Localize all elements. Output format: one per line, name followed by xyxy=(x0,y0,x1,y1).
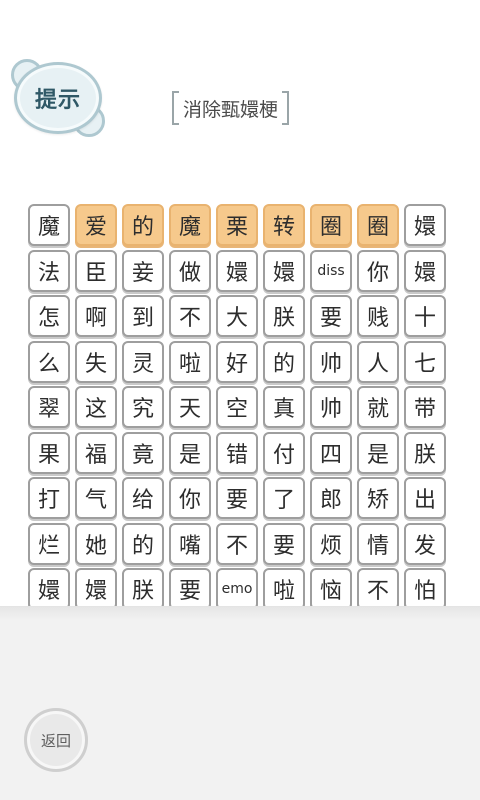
grid-tile[interactable]: 要 xyxy=(263,522,305,565)
grid-tile[interactable]: 做 xyxy=(169,249,211,292)
grid-tile[interactable]: 福 xyxy=(75,431,117,474)
grid-tile[interactable]: 嬛 xyxy=(263,249,305,292)
title-bracket-left xyxy=(172,91,179,125)
grid-tile[interactable]: 付 xyxy=(263,431,305,474)
back-button[interactable]: 返回 xyxy=(24,708,88,772)
grid-tile[interactable]: 圈 xyxy=(357,204,399,246)
grid-tile[interactable]: 七 xyxy=(404,340,446,383)
grid-tile[interactable]: 不 xyxy=(216,522,258,565)
grid-tile[interactable]: 啦 xyxy=(169,340,211,383)
grid-tile[interactable]: diss xyxy=(310,249,352,292)
grid-tile[interactable]: 栗 xyxy=(216,204,258,246)
grid-tile[interactable]: 嘴 xyxy=(169,522,211,565)
hint-button[interactable]: 提示 xyxy=(11,59,105,137)
grid-tile[interactable]: 啦 xyxy=(263,568,305,610)
grid-tile[interactable]: 妾 xyxy=(122,249,164,292)
grid-tile[interactable]: 翠 xyxy=(28,386,70,428)
grid-tile[interactable]: 就 xyxy=(357,386,399,428)
grid-tile[interactable]: 的 xyxy=(122,522,164,565)
grid-tile[interactable]: 发 xyxy=(404,522,446,565)
grid-tile[interactable]: 魔 xyxy=(169,204,211,246)
grid-tile[interactable]: 好 xyxy=(216,340,258,383)
grid-tile[interactable]: 贱 xyxy=(357,295,399,337)
grid-tile[interactable]: 真 xyxy=(263,386,305,428)
level-title-text: 消除甄嬛梗 xyxy=(183,98,279,121)
character-grid: 魔爱的魔栗转圈圈嬛法臣妾做嬛嬛 diss 你嬛怎啊到不大朕要贱十么失灵啦好的帅人七翠… xyxy=(28,204,446,610)
grid-tile[interactable]: 要 xyxy=(169,568,211,610)
grid-tile[interactable]: 帅 xyxy=(310,386,352,428)
grid-tile[interactable]: 嬛 xyxy=(404,204,446,246)
grid-tile[interactable]: 十 xyxy=(404,295,446,337)
bottom-paper-area xyxy=(0,606,480,800)
grid-tile[interactable]: 四 xyxy=(310,431,352,474)
grid-tile[interactable]: 爱 xyxy=(75,204,117,246)
grid-tile[interactable]: 打 xyxy=(28,477,70,519)
grid-tile[interactable]: 恼 xyxy=(310,568,352,610)
title-bracket-right xyxy=(282,91,290,125)
grid-tile[interactable]: 是 xyxy=(169,431,211,474)
grid-tile[interactable]: 竟 xyxy=(122,431,164,474)
grid-tile[interactable]: 这 xyxy=(75,386,117,428)
grid-tile[interactable]: 嬛 xyxy=(75,568,117,610)
grid-tile[interactable]: 烂 xyxy=(28,522,70,565)
grid-tile[interactable]: 不 xyxy=(169,295,211,337)
grid-tile[interactable]: 大 xyxy=(216,295,258,337)
grid-tile[interactable]: 果 xyxy=(28,431,70,474)
grid-tile[interactable]: 嬛 xyxy=(28,568,70,610)
grid-tile[interactable]: 你 xyxy=(169,477,211,519)
grid-tile[interactable]: 法 xyxy=(28,249,70,292)
grid-tile[interactable]: 带 xyxy=(404,386,446,428)
grid-tile[interactable]: 臣 xyxy=(75,249,117,292)
grid-tile[interactable]: emo xyxy=(216,568,258,610)
grid-tile[interactable]: 她 xyxy=(75,522,117,565)
grid-tile[interactable]: 帅 xyxy=(310,340,352,383)
grid-tile[interactable]: 情 xyxy=(357,522,399,565)
grid-tile[interactable]: 怎 xyxy=(28,295,70,337)
grid-tile[interactable]: 的 xyxy=(263,340,305,383)
grid-tile[interactable]: 么 xyxy=(28,340,70,383)
grid-tile[interactable]: 的 xyxy=(122,204,164,246)
grid-tile[interactable]: 不 xyxy=(357,568,399,610)
grid-tile[interactable]: 啊 xyxy=(75,295,117,337)
grid-tile[interactable]: 究 xyxy=(122,386,164,428)
grid-tile[interactable]: 嬛 xyxy=(404,249,446,292)
grid-tile[interactable]: 朕 xyxy=(263,295,305,337)
grid-tile[interactable]: 错 xyxy=(216,431,258,474)
grid-tile[interactable]: 郎 xyxy=(310,477,352,519)
grid-tile[interactable]: 圈 xyxy=(310,204,352,246)
grid-tile[interactable]: 要 xyxy=(216,477,258,519)
grid-tile[interactable]: 朕 xyxy=(122,568,164,610)
grid-tile[interactable]: 矫 xyxy=(357,477,399,519)
grid-tile[interactable]: 失 xyxy=(75,340,117,383)
grid-tile[interactable]: 出 xyxy=(404,477,446,519)
grid-tile[interactable]: 气 xyxy=(75,477,117,519)
grid-tile[interactable]: 到 xyxy=(122,295,164,337)
grid-tile[interactable]: 烦 xyxy=(310,522,352,565)
grid-tile[interactable]: 怕 xyxy=(404,568,446,610)
grid-tile[interactable]: 了 xyxy=(263,477,305,519)
grid-tile[interactable]: 是 xyxy=(357,431,399,474)
grid-tile[interactable]: 朕 xyxy=(404,431,446,474)
grid-tile[interactable]: 人 xyxy=(357,340,399,383)
grid-tile[interactable]: 嬛 xyxy=(216,249,258,292)
level-title: 消除甄嬛梗 xyxy=(172,90,290,126)
grid-tile[interactable]: 转 xyxy=(263,204,305,246)
grid-tile[interactable]: 给 xyxy=(122,477,164,519)
back-button-label: 返回 xyxy=(40,731,71,750)
grid-tile[interactable]: 你 xyxy=(357,249,399,292)
grid-tile[interactable]: 灵 xyxy=(122,340,164,383)
grid-tile[interactable]: 空 xyxy=(216,386,258,428)
grid-tile[interactable]: 魔 xyxy=(28,204,70,246)
grid-tile[interactable]: 要 xyxy=(310,295,352,337)
hint-button-label: 提示 xyxy=(34,88,81,113)
grid-tile[interactable]: 天 xyxy=(169,386,211,428)
